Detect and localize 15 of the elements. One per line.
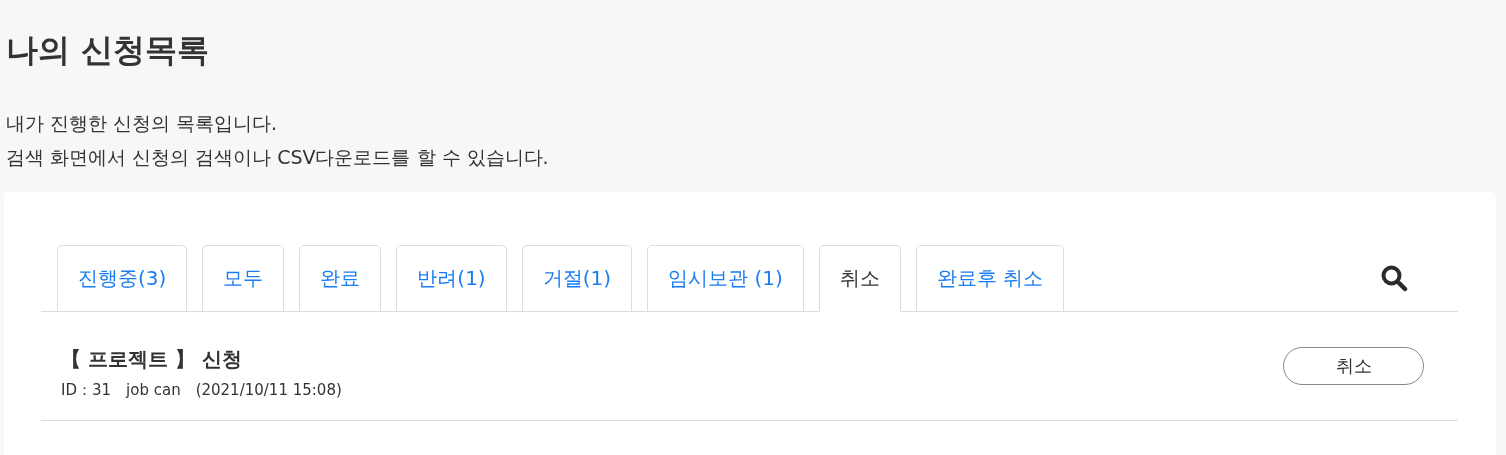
description-text: 내가 진행한 신청의 목록입니다. [6, 110, 279, 136]
status-tab[interactable]: 완료 [299, 244, 382, 312]
status-tab[interactable]: 모두 [202, 244, 285, 312]
status-tab[interactable]: 임시보관 (1) [647, 244, 804, 312]
search-icon[interactable] [1380, 263, 1408, 292]
request-title[interactable]: 【 프로젝트 】 신청 [61, 345, 342, 373]
status-tab[interactable]: 취소 [818, 244, 901, 312]
request-meta: ID：31 job can (2021/10/11 15:08) [61, 380, 342, 400]
page-title: 나의 신청목록 [6, 30, 211, 71]
status-tab[interactable]: 완료후 취소 [915, 244, 1065, 312]
status-tab[interactable]: 반려(1) [396, 244, 507, 312]
status-tab[interactable]: 거절(1) [521, 244, 633, 312]
cancel-button[interactable]: 취소 [1283, 346, 1424, 385]
description-text: 검색 화면에서 신청의 검색이나 CSV다운로드를 할 수 있습니다. [6, 144, 550, 170]
status-tab[interactable]: 진행중(3) [57, 244, 188, 312]
